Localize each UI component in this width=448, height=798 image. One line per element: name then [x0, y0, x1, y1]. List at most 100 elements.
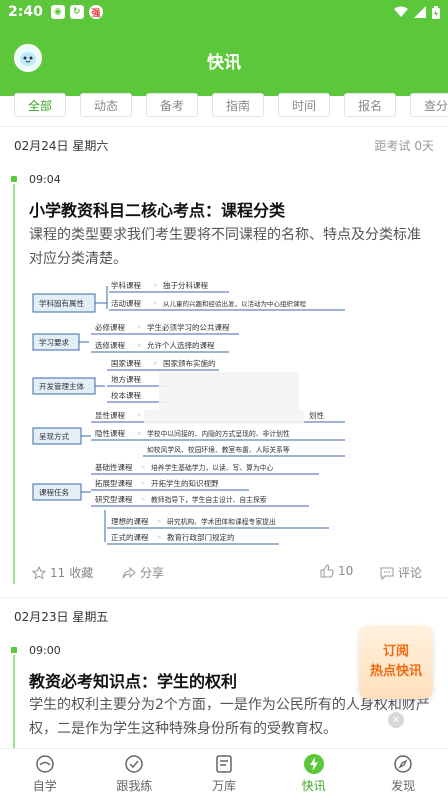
tab-time[interactable]: 时间 — [278, 93, 330, 117]
svg-text:◦: ◦ — [157, 533, 161, 542]
subscribe-hot-news-button[interactable]: 订阅 热点快讯 — [359, 625, 433, 699]
svg-text:◦: ◦ — [137, 341, 141, 350]
mindmap-node-desc: 学生必须学习的公共课程 — [147, 322, 230, 332]
date-label: 02月23日 星期五 — [14, 609, 109, 624]
wifi-icon — [394, 6, 408, 17]
mindmap-node-name: 拓展型课程 — [95, 478, 133, 488]
tab-scores[interactable]: 查分 — [410, 93, 448, 117]
avatar[interactable] — [14, 44, 42, 72]
timeline-line — [13, 655, 15, 748]
share-button[interactable]: 分享 — [122, 564, 164, 581]
mindmap-node-name: 基础性课程 — [95, 462, 133, 472]
comment-button[interactable]: 评论 — [380, 564, 422, 581]
nav-label: 万库 — [211, 779, 236, 793]
date-header: 02月23日 星期五 — [14, 606, 434, 626]
lock-app-icon: ↻ — [69, 5, 84, 19]
bottom-nav: 自学 跟我练 万库 快讯 发现 — [0, 748, 448, 798]
feed-separator — [0, 597, 448, 598]
date-label: 02月24日 星期六 — [14, 138, 109, 153]
mindmap-node-desc: 教育行政部门规定的 — [167, 532, 235, 542]
mindmap-branch-label: 开发管理主体 — [39, 381, 84, 391]
article-mindmap-image[interactable]: 学科固有属性 学科课程 ◦ 独于分科课程 活动课程 ◦ 从儿童的兴趣和经验出发，以活动为… — [29, 272, 349, 552]
self-study-icon — [36, 755, 54, 773]
tab-news[interactable]: 动态 — [80, 93, 132, 117]
share-icon — [122, 566, 136, 578]
mindmap-node-desc: 培养学生基础学力，以读、写、算为中心 — [151, 463, 274, 472]
mindmap-node-desc: 开拓学生的知识视野 — [151, 478, 219, 488]
qiang-app-icon: 强 — [88, 5, 103, 19]
nav-news[interactable]: 快讯 — [269, 749, 359, 798]
nav-label: 快讯 — [301, 779, 326, 793]
tab-register[interactable]: 报名 — [344, 93, 396, 117]
countdown-unit: 天 — [421, 138, 434, 153]
favorite-label: 收藏 — [69, 566, 94, 580]
status-bar: 2:40 ◉ ↻ 强 — [0, 0, 448, 24]
date-header: 02月24日 星期六 距考试 0天 — [14, 135, 434, 155]
mindmap-node-desc: 如校风学风、校园环境、教室布置、人际关系等 — [147, 445, 290, 454]
mindmap-node-desc: 允许个人选择的课程 — [147, 340, 215, 350]
article-summary[interactable]: 课程的类型要求我们考生要将不同课程的名称、特点及分类标准对应分类清楚。 — [29, 223, 431, 271]
article-title[interactable]: 小学教资科目二核心考点：课程分类 — [29, 197, 429, 221]
mindmap-node-desc: 独于分科课程 — [163, 280, 208, 290]
category-tabs: 全部 动态 备考 指南 时间 报名 查分 — [14, 93, 448, 117]
page-title: 快讯 — [207, 52, 241, 73]
mindmap-node-name: 显性课程 — [95, 410, 125, 420]
promo-line-2: 热点快讯 — [369, 664, 422, 679]
mindmap-branch-label: 呈现方式 — [39, 431, 69, 441]
promo-line-1: 订阅 — [382, 644, 409, 659]
library-icon — [216, 755, 232, 773]
check-circle-icon — [125, 755, 144, 773]
nav-label: 自学 — [32, 779, 57, 793]
mindmap-node-name: 理想的课程 — [111, 516, 149, 526]
tab-all[interactable]: 全部 — [14, 93, 66, 117]
battery-icon — [432, 5, 440, 19]
mindmap-node-desc: 研究机构、学术团体和课程专家提出 — [167, 517, 276, 526]
star-icon — [32, 565, 46, 580]
favorite-button[interactable]: 11 收藏 — [32, 564, 93, 581]
comment-icon — [380, 567, 394, 580]
nav-practice[interactable]: 跟我练 — [90, 749, 180, 798]
mindmap-branch-label: 学科固有属性 — [39, 298, 84, 308]
compass-icon — [394, 755, 412, 773]
favorite-count: 11 — [50, 565, 66, 580]
mindmap-node-name: 校本课程 — [111, 390, 141, 400]
share-label: 分享 — [140, 566, 165, 580]
timeline-line — [13, 184, 15, 584]
timeline-dot — [11, 647, 17, 653]
close-icon[interactable]: ✕ — [388, 712, 404, 728]
mindmap-node-name: 研究型课程 — [95, 494, 133, 504]
timeline-dot — [11, 176, 17, 182]
mindmap-branch-label: 课程任务 — [39, 487, 69, 497]
mindmap-node-name: 地方课程 — [111, 374, 141, 384]
countdown-value: 0 — [414, 138, 422, 153]
mindmap-node-desc: 从儿童的兴趣和经验出发，以活动为中心组织课程 — [163, 299, 307, 308]
mindmap-node-name: 选修课程 — [95, 340, 125, 350]
mindmap-node-name: 学科课程 — [111, 280, 141, 290]
comment-label: 评论 — [398, 566, 423, 580]
nav-label: 发现 — [391, 779, 416, 793]
svg-text:◦: ◦ — [137, 411, 141, 420]
article-time: 09:04 — [29, 173, 61, 186]
like-button[interactable]: 10 — [320, 564, 353, 578]
app-header: 快讯 — [0, 24, 448, 96]
nav-library[interactable]: 万库 — [179, 749, 269, 798]
mindmap-node-desc: 教师指导下，学生自主设计、自主探索 — [151, 495, 267, 504]
mindmap-node-name: 必修课程 — [95, 322, 125, 332]
svg-text:◦: ◦ — [141, 463, 145, 472]
like-count: 10 — [338, 564, 354, 578]
mindmap-node-desc: 划性 — [309, 410, 324, 420]
tab-prep[interactable]: 备考 — [146, 93, 198, 117]
mindmap-node-desc: 国家颁布实施的 — [163, 358, 216, 368]
svg-text:◦: ◦ — [137, 323, 141, 332]
tab-guide[interactable]: 指南 — [212, 93, 264, 117]
article-actions: 11 收藏 分享 10 评论 — [32, 564, 424, 584]
mindmap-node-desc: 学校中以间接的、内隐的方式呈现的、非计划性 — [147, 429, 290, 438]
nav-self-study[interactable]: 自学 — [0, 749, 90, 798]
mascot-icon — [20, 52, 36, 66]
svg-text:◦: ◦ — [141, 495, 145, 504]
article-summary[interactable]: 学生的权利主要分为2个方面，一是作为公民所有的人身权和财产权，二是作为学生这种特… — [29, 693, 431, 741]
svg-text:◦: ◦ — [153, 299, 157, 308]
article-time: 09:00 — [29, 644, 61, 657]
mindmap-node-name: 隐性课程 — [95, 428, 125, 438]
nav-discover[interactable]: 发现 — [358, 749, 448, 798]
